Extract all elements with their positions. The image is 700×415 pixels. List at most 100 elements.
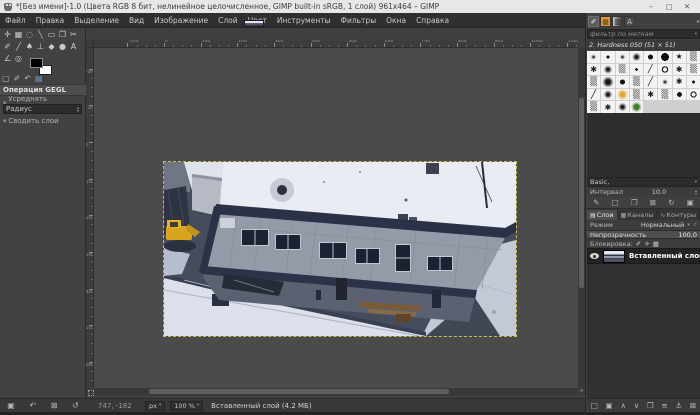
brush-thumbnail[interactable] bbox=[644, 89, 657, 101]
spinner-down-icon[interactable]: ▾ bbox=[77, 109, 79, 113]
layer-thumbnail[interactable] bbox=[603, 250, 625, 263]
rectangle-select-tool-icon[interactable]: ▭ bbox=[46, 29, 57, 40]
ink-tool-icon[interactable]: ◆ bbox=[46, 41, 57, 52]
brush-thumbnail[interactable] bbox=[644, 64, 657, 76]
lower-layer-icon[interactable]: ∨ bbox=[634, 401, 640, 410]
menu-item-tools[interactable]: Инструменты bbox=[272, 13, 336, 28]
brush-thumbnail[interactable] bbox=[616, 89, 629, 101]
duplicate-layer-icon[interactable]: ❐ bbox=[647, 401, 654, 410]
menu-item-help[interactable]: Справка bbox=[411, 13, 454, 28]
radius-combo[interactable]: Радиус ▴ ▾ bbox=[3, 104, 82, 114]
brush-thumbnail[interactable] bbox=[601, 64, 614, 76]
restore-tool-preset-icon[interactable]: ↶ bbox=[29, 401, 36, 410]
crop-tool-icon[interactable]: ✂ bbox=[68, 29, 79, 40]
brush-thumbnail[interactable] bbox=[630, 101, 643, 113]
brush-thumbnail[interactable] bbox=[687, 64, 700, 76]
menu-item-layer[interactable]: Слой bbox=[213, 13, 243, 28]
vertical-scrollbar-thumb[interactable] bbox=[579, 98, 584, 288]
brush-thumbnail[interactable] bbox=[658, 89, 671, 101]
canvas-image[interactable] bbox=[163, 161, 517, 337]
blur-tool-icon[interactable]: ● bbox=[57, 41, 68, 52]
airbrush-tool-icon[interactable]: ♠ bbox=[24, 41, 35, 52]
tab-brushes[interactable]: ✐ bbox=[588, 16, 599, 27]
menu-item-windows[interactable]: Окна bbox=[381, 13, 411, 28]
pencil-tool-icon[interactable]: ✐ bbox=[2, 41, 13, 52]
brush-thumbnail[interactable] bbox=[658, 76, 671, 88]
maximize-button[interactable]: ▢ bbox=[660, 2, 678, 11]
mode-reset-icon[interactable]: ↺ bbox=[693, 222, 697, 228]
radius-spinner[interactable]: ▴ ▾ bbox=[77, 106, 79, 113]
move-tool-icon[interactable]: ✛ bbox=[2, 29, 13, 40]
edit-brush-icon[interactable]: ✎ bbox=[593, 198, 599, 207]
brush-thumbnail[interactable] bbox=[616, 76, 629, 88]
horizontal-scrollbar-thumb[interactable] bbox=[149, 389, 449, 394]
undo-history-icon[interactable]: ↶ bbox=[24, 74, 31, 83]
menu-item-filters[interactable]: Фильтры bbox=[336, 13, 382, 28]
reset-tool-icon[interactable]: ↺ bbox=[72, 401, 79, 410]
brush-thumbnail[interactable] bbox=[630, 89, 643, 101]
fuzzy-select-tool-icon[interactable]: ╲ bbox=[35, 29, 46, 40]
brush-thumbnail[interactable] bbox=[587, 89, 600, 101]
option-flatten-layers[interactable]: ▪ Сводить слои bbox=[0, 117, 86, 125]
foreground-color-swatch[interactable] bbox=[30, 58, 43, 68]
duplicate-brush-icon[interactable]: ❐ bbox=[631, 198, 638, 207]
brush-thumbnail[interactable] bbox=[616, 64, 629, 76]
brush-thumbnail[interactable] bbox=[687, 51, 700, 63]
brush-thumbnail[interactable] bbox=[630, 64, 643, 76]
window-controls[interactable]: –▢✕ bbox=[642, 2, 696, 11]
brush-thumbnail[interactable] bbox=[587, 64, 600, 76]
brush-filter-input[interactable]: фильтр по меткам ▾ bbox=[587, 29, 700, 39]
brush-thumbnail[interactable] bbox=[630, 76, 643, 88]
tool-options-icon[interactable]: ▢ bbox=[2, 74, 10, 83]
brush-thumbnail[interactable] bbox=[601, 101, 614, 113]
mode-caret-icon[interactable]: ▾ bbox=[687, 222, 690, 228]
new-brush-icon[interactable]: □ bbox=[612, 198, 619, 207]
text-tool-icon[interactable]: A bbox=[68, 41, 79, 52]
mode-dropdown[interactable]: Нормальный bbox=[641, 221, 684, 229]
refresh-brushes-icon[interactable]: ↻ bbox=[668, 198, 674, 207]
brush-thumbnail[interactable] bbox=[616, 101, 629, 113]
brush-thumbnail[interactable] bbox=[601, 51, 614, 63]
vertical-scrollbar[interactable] bbox=[578, 48, 585, 388]
brush-thumbnail[interactable] bbox=[673, 51, 686, 63]
brush-option-icon[interactable]: ✐ bbox=[14, 74, 21, 83]
zoom-tool-icon[interactable]: ◎ bbox=[13, 53, 24, 64]
brush-thumbnail[interactable] bbox=[601, 76, 614, 88]
layer-row-selected[interactable]: Вставленный слой bbox=[587, 248, 700, 264]
zoom-dropdown[interactable]: 100 % ▾ bbox=[170, 401, 203, 411]
lock-position-icon[interactable]: ✛ bbox=[644, 240, 649, 248]
new-group-icon[interactable]: ▣ bbox=[606, 401, 613, 410]
merge-layer-icon[interactable]: ≡ bbox=[661, 401, 667, 410]
minimize-button[interactable]: – bbox=[642, 2, 660, 11]
paintbrush-tool-icon[interactable]: ╱ bbox=[13, 41, 24, 52]
brush-thumbnail[interactable] bbox=[673, 89, 686, 101]
brush-thumbnail[interactable] bbox=[673, 76, 686, 88]
vertical-ruler[interactable]: -200-1000100200300400500600 bbox=[86, 48, 94, 388]
unit-dropdown[interactable]: px ▾ bbox=[145, 401, 165, 411]
brush-thumbnail[interactable] bbox=[673, 64, 686, 76]
image-tab-thumbnail[interactable] bbox=[244, 20, 264, 27]
delete-tool-preset-icon[interactable]: ⊠ bbox=[51, 401, 58, 410]
horizontal-ruler[interactable]: -100010020030040050060070080090010001100 bbox=[94, 40, 578, 48]
brush-thumbnail[interactable] bbox=[601, 89, 614, 101]
brush-thumbnail[interactable] bbox=[687, 89, 700, 101]
tab-paths[interactable]: ∿ Контуры bbox=[657, 210, 700, 220]
menu-item-select[interactable]: Выделение bbox=[69, 13, 124, 28]
opacity-slider[interactable]: Непрозрачность 100,0 bbox=[587, 230, 700, 239]
spinner-down-icon[interactable]: ▾ bbox=[695, 192, 697, 196]
brush-tag-dropdown[interactable]: Basic, ▾ bbox=[587, 177, 700, 187]
lock-pixels-icon[interactable]: ✐ bbox=[636, 240, 641, 248]
new-layer-icon[interactable]: □ bbox=[591, 401, 598, 410]
brush-thumbnail[interactable] bbox=[587, 101, 600, 113]
alignment-tool-icon[interactable]: ▦ bbox=[13, 29, 24, 40]
free-select-tool-icon[interactable]: ◌ bbox=[24, 29, 35, 40]
brush-thumbnail[interactable] bbox=[687, 76, 700, 88]
spacing-spinner[interactable]: ▴ ▾ bbox=[695, 189, 697, 196]
tab-menu-icon[interactable]: ◂ bbox=[696, 18, 699, 25]
close-button[interactable]: ✕ bbox=[678, 2, 696, 11]
brush-thumbnail[interactable] bbox=[587, 76, 600, 88]
anchor-layer-icon[interactable]: ⚓ bbox=[675, 401, 682, 410]
tab-fonts[interactable]: A bbox=[624, 16, 635, 27]
raise-layer-icon[interactable]: ∧ bbox=[620, 401, 626, 410]
menu-item-edit[interactable]: Правка bbox=[31, 13, 70, 28]
